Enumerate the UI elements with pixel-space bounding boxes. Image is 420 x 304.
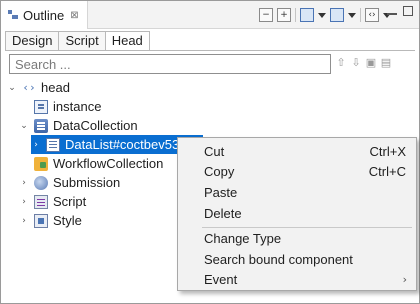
outline-view: Outline ⊠ − + ‹› Design Script Head ⇧ ⇩ …: [0, 0, 420, 304]
tree-node-label: instance: [53, 99, 102, 114]
maximize-icon[interactable]: [403, 6, 413, 16]
tree-node-label: WorkflowCollection: [53, 156, 164, 171]
tree-node-label: Submission: [53, 175, 121, 190]
tree-node-label: DataCollection: [53, 118, 138, 133]
menu-item-label: Copy: [204, 163, 235, 179]
chevron-down-icon[interactable]: ⌄: [19, 121, 29, 131]
datalist-icon: [46, 137, 60, 152]
chevron-down-icon[interactable]: ⌄: [7, 83, 17, 93]
tab-design[interactable]: Design: [5, 31, 59, 51]
tree-node-script[interactable]: › Script: [19, 192, 86, 211]
menu-item-label: Change Type: [204, 230, 282, 246]
view-toolbar: − + ‹›: [259, 6, 391, 24]
mode-tabs: Design Script Head: [5, 31, 150, 51]
search-tools: ⇧ ⇩ ▣ ▤: [335, 56, 392, 70]
menu-item-label: Search bound component: [204, 251, 353, 267]
submenu-arrow-icon: ›: [402, 272, 407, 286]
move-up-icon[interactable]: ⇧: [335, 56, 347, 70]
menu-item-change-type[interactable]: Change Type: [178, 228, 416, 248]
search-input[interactable]: [9, 54, 331, 74]
menu-item-delete[interactable]: Delete: [178, 203, 416, 223]
context-menu: Cut Ctrl+X Copy Ctrl+C Paste Delete Chan…: [177, 137, 417, 291]
menu-item-event[interactable]: Event ›: [178, 269, 416, 289]
tree-node-submission[interactable]: › Submission: [19, 173, 120, 192]
tab-head[interactable]: Head: [104, 31, 150, 51]
tree-node-head[interactable]: ⌄ ‹› head: [7, 78, 70, 97]
tab-script[interactable]: Script: [58, 31, 105, 51]
view-title-bar: Outline ⊠ − + ‹›: [1, 1, 419, 29]
chevron-right-icon[interactable]: ›: [19, 178, 29, 188]
outline-icon: [7, 9, 19, 21]
tree-node-workflowcollection[interactable]: WorkflowCollection: [19, 154, 163, 173]
minimize-icon[interactable]: [387, 13, 397, 15]
menu-item-accelerator: Ctrl+X: [369, 143, 406, 159]
tree-node-datacollection[interactable]: ⌄ DataCollection: [19, 116, 138, 135]
chevron-down-icon[interactable]: [348, 12, 356, 18]
menu-item-search-bound-component[interactable]: Search bound component: [178, 249, 416, 269]
outline-view-tab[interactable]: Outline ⊠: [1, 1, 88, 29]
menu-item-label: Delete: [204, 205, 242, 221]
tree-node-label: head: [41, 80, 70, 95]
tree-node-label: DataList#coctbev530r: [65, 137, 191, 152]
chevron-right-icon[interactable]: ›: [19, 216, 29, 226]
tree-node-label: Script: [53, 194, 87, 209]
chevron-right-icon[interactable]: ›: [31, 140, 41, 150]
chevron-right-icon[interactable]: ›: [19, 197, 29, 207]
outline-settings-icon[interactable]: [300, 8, 314, 22]
view-title: Outline: [23, 7, 65, 23]
close-view-icon[interactable]: ⊠: [70, 10, 78, 21]
menu-item-label: Cut: [204, 143, 225, 159]
datacollection-icon: [34, 118, 48, 133]
tree-node-style[interactable]: › Style: [19, 211, 82, 230]
menu-item-cut[interactable]: Cut Ctrl+X: [178, 141, 416, 161]
code-icon: ‹›: [22, 80, 36, 94]
menu-item-paste[interactable]: Paste: [178, 182, 416, 202]
tab-divider: [5, 50, 415, 51]
instance-icon: [34, 99, 48, 114]
workflow-icon: [34, 156, 48, 171]
window-controls: [387, 6, 413, 16]
style-icon: [34, 213, 48, 228]
view-menu-icon[interactable]: ‹›: [365, 8, 379, 22]
filter-icon[interactable]: [330, 8, 344, 22]
node-properties-icon[interactable]: ▤: [380, 56, 392, 70]
tree-node-label: Style: [53, 213, 82, 228]
submission-icon: [34, 175, 48, 190]
delete-node-icon[interactable]: ▣: [365, 56, 377, 70]
toolbar-separator: [295, 8, 296, 22]
menu-item-label: Paste: [204, 184, 238, 200]
menu-item-accelerator: Ctrl+C: [368, 163, 406, 179]
expand-all-icon[interactable]: +: [277, 8, 291, 22]
chevron-down-icon[interactable]: [318, 12, 326, 18]
script-icon: [34, 194, 48, 209]
menu-item-label: Event: [204, 271, 238, 287]
tree-node-instance[interactable]: instance: [19, 97, 101, 116]
collapse-all-icon[interactable]: −: [259, 8, 273, 22]
menu-item-copy[interactable]: Copy Ctrl+C: [178, 161, 416, 181]
move-down-icon[interactable]: ⇩: [350, 56, 362, 70]
toolbar-separator: [360, 8, 361, 22]
